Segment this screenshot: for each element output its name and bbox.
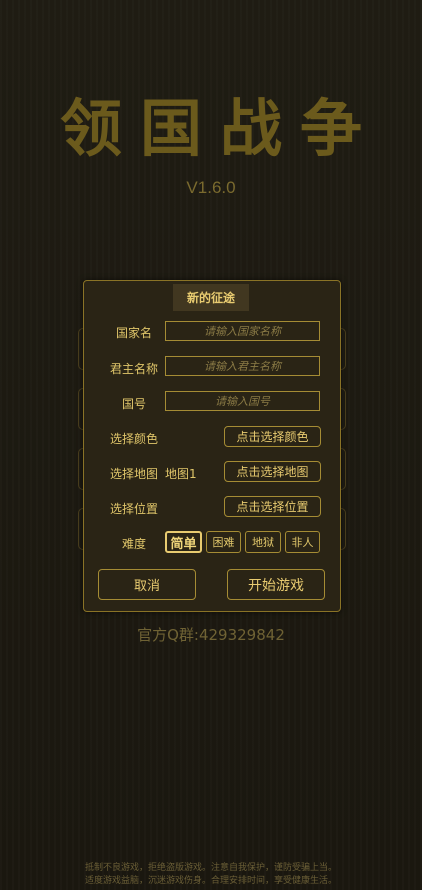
- version-label: V1.6.0: [186, 178, 236, 197]
- health-notice-line2: 适度游戏益脑，沉迷游戏伤身。合理安排时间，享受健康生活。: [84, 876, 337, 886]
- difficulty-inhuman-option[interactable]: 非人: [285, 531, 320, 553]
- difficulty-label: 难度: [122, 537, 147, 551]
- cancel-button[interactable]: 取消: [98, 569, 196, 600]
- country-name-input[interactable]: [165, 321, 320, 341]
- choose-position-button[interactable]: 点击选择位置: [224, 496, 321, 517]
- choose-color-button[interactable]: 点击选择颜色: [224, 426, 321, 447]
- era-name-label: 国号: [122, 397, 147, 411]
- position-label: 选择位置: [110, 502, 159, 516]
- monarch-name-input[interactable]: [165, 356, 320, 376]
- monarch-name-label: 君主名称: [110, 362, 159, 376]
- qq-group-text: 官方Q群:429329842: [137, 626, 285, 644]
- difficulty-easy-option[interactable]: 简单: [165, 531, 202, 553]
- map-value: 地图1: [165, 467, 197, 481]
- color-label: 选择颜色: [110, 432, 159, 446]
- era-name-input[interactable]: [165, 391, 320, 411]
- difficulty-hell-option[interactable]: 地狱: [245, 531, 281, 553]
- dialog-title: 新的征途: [173, 284, 249, 311]
- start-game-button[interactable]: 开始游戏: [227, 569, 325, 600]
- difficulty-hard-option[interactable]: 困难: [206, 531, 241, 553]
- health-notice: 抵制不良游戏，拒绝盗版游戏。注意自我保护，谨防受骗上当。 适度游戏益脑，沉迷游戏…: [0, 862, 422, 888]
- game-title: 领国战争: [59, 92, 380, 165]
- map-label: 选择地图: [110, 467, 159, 481]
- choose-map-button[interactable]: 点击选择地图: [224, 461, 321, 482]
- health-notice-line1: 抵制不良游戏，拒绝盗版游戏。注意自我保护，谨防受骗上当。: [84, 863, 337, 873]
- new-game-dialog: 新的征途 国家名 君主名称 国号 选择颜色 点击选择颜色 选择地图 地图1 点击…: [83, 280, 341, 612]
- country-name-label: 国家名: [116, 326, 153, 340]
